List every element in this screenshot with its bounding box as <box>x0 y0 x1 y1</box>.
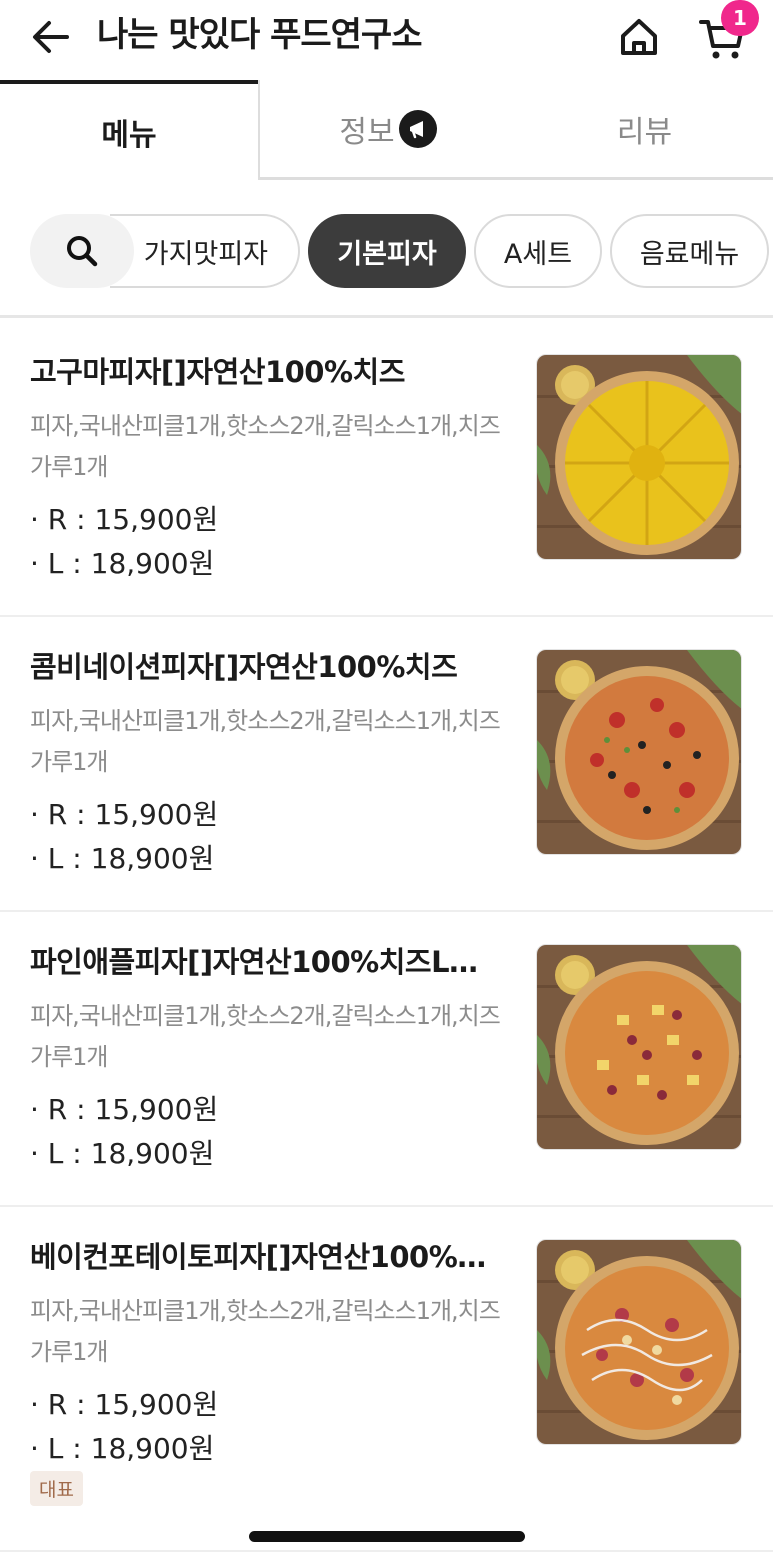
tab-bar: 메뉴 정보 리뷰 <box>0 80 773 184</box>
menu-list: 고구마피자[]자연산100%치즈 피자,국내산피클1개,핫소스2개,갈릭소스1개… <box>0 322 773 1552</box>
menu-item-name: 콤비네이션피자[]자연산100%치즈 <box>30 650 458 684</box>
menu-item-price-large: · L : 18,900원 <box>30 547 215 580</box>
menu-item[interactable]: 콤비네이션피자[]자연산100%치즈 피자,국내산피클1개,핫소스2개,갈릭소스… <box>0 617 773 912</box>
back-button[interactable] <box>28 14 74 60</box>
page-title: 나는 맛있다 푸드연구소 <box>97 15 422 55</box>
menu-item-price-regular: · R : 15,900원 <box>30 798 219 831</box>
chip-label: 음료메뉴 <box>639 238 740 270</box>
menu-item-description: 피자,국내산피클1개,핫소스2개,갈릭소스1개,치즈가루1개 <box>30 1297 501 1366</box>
app-header: 나는 맛있다 푸드연구소 1 <box>0 0 773 80</box>
chip-label: A세트 <box>503 238 573 270</box>
home-indicator <box>249 1531 525 1542</box>
menu-item-image <box>536 354 742 560</box>
menu-item-description: 피자,국내산피클1개,핫소스2개,갈릭소스1개,치즈가루1개 <box>30 412 501 481</box>
menu-item-name: 베이컨포테이토피자[]자연산100%… <box>30 1240 486 1274</box>
menu-item-price-regular: · R : 15,900원 <box>30 503 219 536</box>
home-icon <box>621 19 657 55</box>
menu-item[interactable]: 베이컨포테이토피자[]자연산100%… 피자,국내산피클1개,핫소스2개,갈릭소… <box>0 1207 773 1552</box>
category-chip-drinks[interactable]: 음료메뉴 <box>610 214 769 288</box>
menu-item-name: 파인애플피자[]자연산100%치즈L… <box>30 945 478 979</box>
tab-review-label: 리뷰 <box>616 114 673 150</box>
category-chip-basic[interactable]: 기본피자 <box>308 214 466 288</box>
chip-label: 가지맛피자 <box>143 238 268 270</box>
tab-info-label: 정보 <box>339 114 395 150</box>
menu-item-image <box>536 649 742 855</box>
menu-item[interactable]: 파인애플피자[]자연산100%치즈L… 피자,국내산피클1개,핫소스2개,갈릭소… <box>0 912 773 1207</box>
menu-item-price-large: · L : 18,900원 <box>30 842 215 875</box>
tab-menu-label: 메뉴 <box>101 118 157 153</box>
chip-label: 기본피자 <box>337 238 437 270</box>
menu-search-button[interactable] <box>30 214 134 288</box>
tab-info[interactable]: 정보 <box>258 80 516 180</box>
cart-count-badge: 1 <box>721 0 759 36</box>
category-chip-a-set[interactable]: A세트 <box>474 214 602 288</box>
menu-item-price-large: · L : 18,900원 <box>30 1432 215 1465</box>
menu-item[interactable]: 고구마피자[]자연산100%치즈 피자,국내산피클1개,핫소스2개,갈릭소스1개… <box>0 322 773 617</box>
menu-item-description: 피자,국내산피클1개,핫소스2개,갈릭소스1개,치즈가루1개 <box>30 1002 501 1071</box>
megaphone-icon <box>398 109 437 148</box>
menu-item-price-large: · L : 18,900원 <box>30 1137 215 1170</box>
menu-item-description: 피자,국내산피클1개,핫소스2개,갈릭소스1개,치즈가루1개 <box>30 707 501 776</box>
menu-item-price-regular: · R : 15,900원 <box>30 1388 219 1421</box>
category-chip-bar[interactable]: 가지맛피자 기본피자 A세트 음료메뉴 <box>0 184 773 318</box>
back-arrow-icon <box>33 21 69 53</box>
tab-review[interactable]: 리뷰 <box>516 80 773 180</box>
home-button[interactable] <box>614 12 664 62</box>
search-icon <box>67 236 98 267</box>
representative-badge: 대표 <box>30 1471 83 1506</box>
menu-item-name: 고구마피자[]자연산100%치즈 <box>30 355 405 389</box>
menu-item-image <box>536 944 742 1150</box>
menu-item-price-regular: · R : 15,900원 <box>30 1093 219 1126</box>
menu-item-image <box>536 1239 742 1445</box>
tab-menu[interactable]: 메뉴 <box>0 80 258 180</box>
category-chip-eggplant[interactable]: 가지맛피자 <box>110 214 300 288</box>
